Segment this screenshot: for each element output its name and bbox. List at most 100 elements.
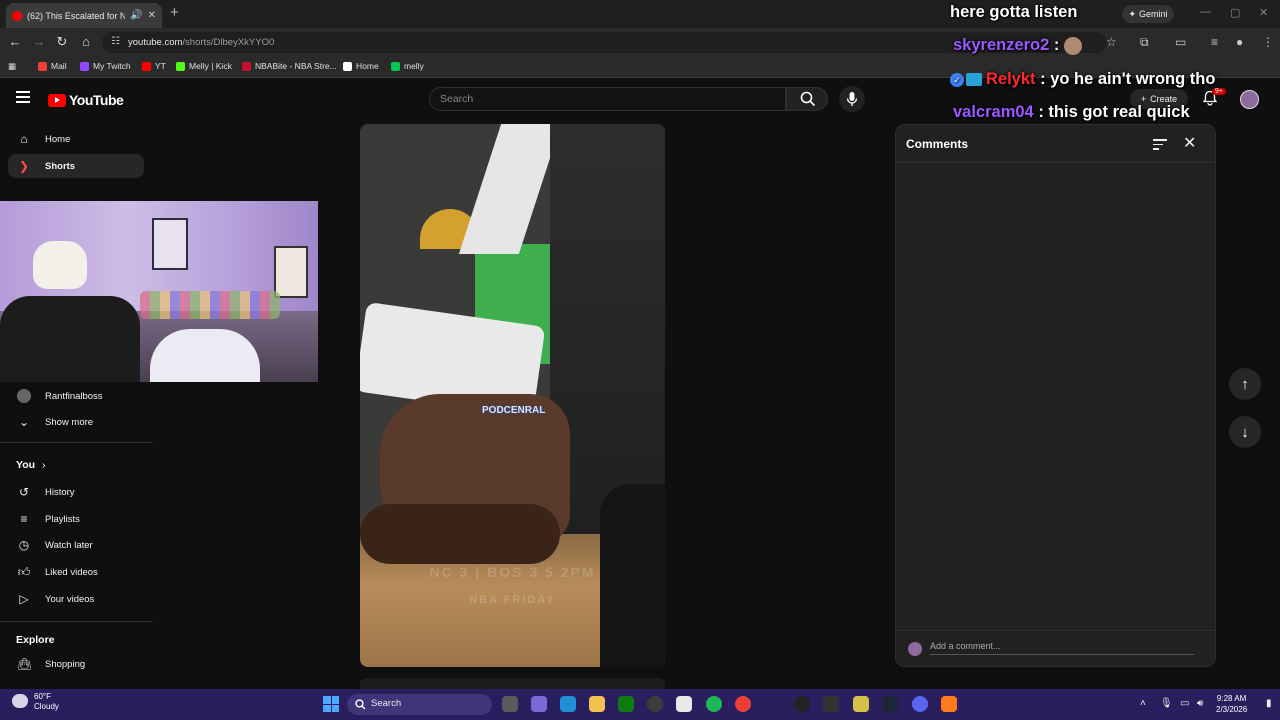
arrow-up-icon: ↑ [1241, 375, 1249, 393]
previous-short-button[interactable]: ↑ [1229, 368, 1261, 400]
account-avatar[interactable] [1240, 90, 1259, 109]
reading-list-icon[interactable]: ≡ [1211, 35, 1218, 49]
bookmark-yt[interactable]: YT [142, 61, 166, 71]
home-icon: ⌂ [20, 132, 28, 146]
sidebar-item-playlists[interactable]: ≡ Playlists [8, 507, 144, 531]
sidebar-item-liked-videos[interactable]: 👍︎ Liked videos [8, 560, 144, 584]
comments-title: Comments [906, 137, 969, 151]
apps-icon[interactable]: ▦ [8, 61, 16, 72]
search-button[interactable] [786, 87, 828, 111]
network-icon[interactable]: ▭ [1180, 698, 1189, 709]
chat-text: here gotta listen [950, 3, 1078, 21]
window-close-icon[interactable]: ✕ [1259, 6, 1268, 19]
minimize-icon[interactable]: — [1200, 6, 1211, 18]
clock-icon: ◷ [18, 538, 30, 552]
chat-message: skyrenzero2 : [953, 36, 1082, 55]
sidebar-show-more[interactable]: ⌄ Show more [8, 410, 144, 434]
media-player-icon[interactable] [794, 696, 810, 712]
store-icon[interactable] [676, 696, 692, 712]
windows-taskbar [0, 689, 1280, 720]
edge-icon[interactable] [560, 696, 576, 712]
sidebar-item-history[interactable]: ↺ History [8, 480, 144, 504]
next-short-button[interactable]: ↓ [1229, 416, 1261, 448]
task-view-icon[interactable] [502, 696, 518, 712]
sidebar-item-your-videos[interactable]: ▷ Your videos [8, 587, 144, 611]
new-tab-button[interactable]: + [170, 4, 179, 21]
sidebar-item-home[interactable]: ⌂ Home [8, 127, 144, 151]
close-tab-icon[interactable]: ✕ [148, 10, 156, 21]
app-icon[interactable] [647, 696, 663, 712]
chat-text: this got real quick [1048, 103, 1190, 121]
bookmark-melly-kick[interactable]: Melly | Kick [176, 61, 232, 71]
browser-tab-strip [0, 0, 1280, 28]
profile-icon[interactable]: ● [1236, 35, 1243, 49]
bookmark-label: Mail [51, 61, 67, 71]
sort-comments-icon[interactable] [1153, 139, 1167, 153]
back-icon[interactable]: ← [7, 34, 23, 49]
maximize-icon[interactable]: ▢ [1230, 6, 1240, 19]
taskbar-search[interactable]: Search [347, 694, 492, 715]
app-icon[interactable] [823, 696, 839, 712]
notification-center-icon[interactable]: ▮ [1266, 698, 1272, 709]
comments-divider [896, 162, 1215, 163]
shorts-video-player[interactable]: NC 3 | BOS 3 5 2PM NBA FRIDAY PODCENRAL [360, 124, 665, 667]
microphone-icon[interactable]: 🎙︎ [1160, 698, 1173, 709]
sidebar-item-shorts[interactable]: ❯ Shorts [8, 154, 144, 178]
arrow-down-icon: ↓ [1241, 423, 1249, 441]
gemini-button[interactable]: ✦ Gemini [1122, 5, 1174, 23]
copilot-icon[interactable] [531, 696, 547, 712]
sidebar-item-watch-later[interactable]: ◷ Watch later [8, 533, 144, 557]
player-figure [360, 504, 560, 564]
windows-start-icon[interactable] [323, 696, 339, 712]
file-explorer-icon[interactable] [589, 696, 605, 712]
bookmark-melly[interactable]: melly [391, 61, 424, 71]
bookmark-nbabite[interactable]: NBABite - NBA Stre... [242, 61, 337, 71]
voice-search-button[interactable] [839, 86, 865, 112]
bookmark-my-twitch[interactable]: My Twitch [80, 61, 131, 71]
chat-text: yo he ain't wrong tho [1050, 70, 1216, 88]
video-caption-text: NBA FRIDAY [469, 594, 556, 606]
youtube-logo[interactable]: YouTube [48, 92, 124, 108]
weather-widget[interactable]: 60°F Cloudy [12, 692, 59, 712]
chevron-right-icon: › [41, 459, 46, 471]
melly-icon [391, 61, 400, 71]
extensions-icon[interactable]: ⧉ [1140, 35, 1149, 50]
app-icon[interactable] [853, 696, 869, 712]
browser-menu-icon[interactable]: ⋮ [1262, 35, 1274, 49]
home-icon[interactable]: ⌂ [78, 34, 94, 49]
chat-message: valcram04 : this got real quick [953, 103, 1190, 121]
xbox-icon[interactable] [618, 696, 634, 712]
menu-icon[interactable] [16, 91, 30, 103]
sidebar-item-shopping[interactable]: 👜︎ Shopping [8, 652, 144, 676]
steam-icon[interactable] [882, 696, 898, 712]
star-icon[interactable]: ☆ [1106, 35, 1117, 49]
sidebar-divider [0, 621, 153, 622]
forward-icon[interactable]: → [31, 34, 47, 49]
sidebar-item-channel[interactable]: Rantfinalboss [8, 384, 144, 408]
chrome-icon[interactable] [735, 696, 751, 712]
streamer-webcam [0, 201, 318, 382]
speaker-icon[interactable]: 🔊 [130, 10, 142, 21]
bookmark-home[interactable]: Home [343, 61, 379, 71]
spotify-icon[interactable] [706, 696, 722, 712]
history-icon: ↺ [18, 485, 30, 499]
clock-date: 2/3/2026 [1216, 705, 1248, 714]
site-info-icon[interactable]: ☷ [111, 36, 120, 47]
bookmark-mail[interactable]: Mail [38, 61, 67, 71]
sidebar-you-header[interactable]: You › [16, 459, 45, 471]
browser-tab[interactable]: (62) This Escalated for No R 🔊 ✕ [6, 3, 162, 28]
search-input[interactable]: Search [429, 87, 786, 111]
cast-icon[interactable]: ▭ [1175, 35, 1186, 49]
sidebar-item-label: History [45, 486, 75, 498]
add-comment-input[interactable]: Add a comment... [930, 641, 1194, 655]
discord-icon[interactable] [912, 696, 928, 712]
app-icon[interactable] [941, 696, 957, 712]
close-comments-icon[interactable]: ✕ [1183, 133, 1196, 153]
chat-message: here gotta listen [950, 3, 1077, 22]
section-title: You [16, 459, 36, 471]
volume-icon[interactable]: 🔊︎ [1197, 698, 1203, 709]
reload-icon[interactable]: ↻ [54, 34, 70, 50]
sidebar-item-label: Your videos [45, 593, 95, 605]
system-clock[interactable]: 9:28 AM 2/3/2026 [1216, 693, 1247, 715]
show-hidden-icons-icon[interactable]: ˄ [1140, 698, 1146, 709]
